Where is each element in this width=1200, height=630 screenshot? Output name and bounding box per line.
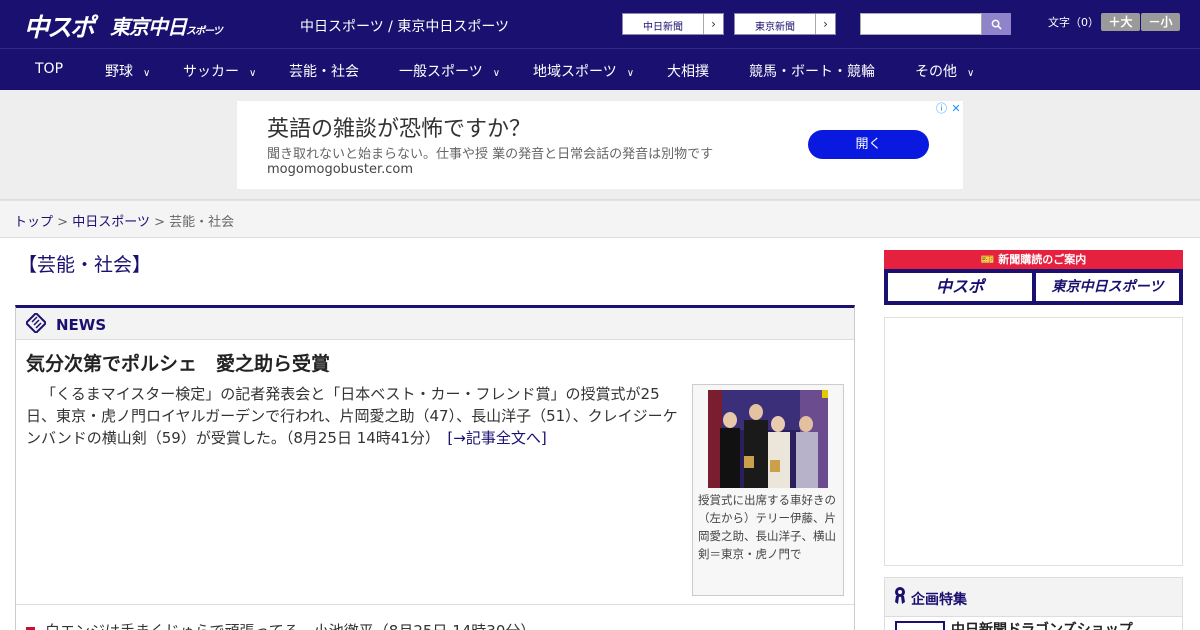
award-photo-image [708,390,828,488]
chevron-down-icon: ∨ [967,68,975,79]
nav-item-local-sports[interactable]: 地域スポーツ ∨ [533,61,634,81]
subscribe-chuspo-button[interactable]: 中スポ [888,273,1032,301]
nav-label: 野球 [105,64,133,80]
tokyo-logo-text: 東京中日 [110,15,187,39]
nav-item-racing[interactable]: 競馬・ボート・競輪 [749,61,875,81]
font-smaller-button[interactable]: －小 [1141,13,1180,31]
nav-item-soccer[interactable]: サッカー ∨ [183,61,256,81]
nav-label: サッカー [183,64,239,80]
breadcrumb-separator: > [154,215,165,230]
breadcrumb-separator: > [57,215,69,230]
search-icon [991,19,1002,30]
ad-domain: mogomogobuster.com [267,162,414,177]
chunichi-shimbun-button[interactable]: 中日新聞 › [622,13,724,35]
sidebar-ad[interactable] [884,317,1183,566]
photo-caption: 授賞式に出席する車好きの（左から）テリー伊藤、片岡愛之助、長山洋子、横山剣＝東京… [698,493,836,561]
font-bigger-button[interactable]: ＋大 [1101,13,1140,31]
nav-label: その他 [915,64,957,80]
chevron-down-icon: ∨ [492,68,501,79]
nav-item-other[interactable]: その他 ∨ [915,61,974,81]
close-icon[interactable]: ✕ [949,101,963,116]
feature-item-dragons-shop[interactable]: 中日新聞ドラゴンズショップ [884,617,1183,630]
news-header: NEWS [16,308,854,340]
ad-info-icon[interactable]: ⓘ [934,101,949,116]
nav-item-baseball[interactable]: 野球 ∨ [105,61,150,81]
article-photo-box: 授賞式に出席する車好きの（左から）テリー伊藤、片岡愛之助、長山洋子、横山剣＝東京… [692,384,844,596]
ad-description: 聞き取れないと始まらない。仕事や授 業の発音と日常会話の発音は別物です [267,147,714,162]
ticket-icon: 🎫 [980,253,995,266]
ad-banner-area: 英語の雑談が恐怖ですか？ 聞き取れないと始まらない。仕事や授 業の発音と日常会話… [0,90,1200,200]
main-nav: TOP 野球 ∨ サッカー ∨ 芸能・社会 一般スポーツ ∨ 地域スポーツ ∨ 大相撲 … [0,48,1200,90]
nav-item-general-sports[interactable]: 一般スポーツ ∨ [399,61,500,81]
divider [16,604,854,605]
tokyo-shimbun-label: 東京新聞 [755,22,795,33]
news-list-item-text: 白エンジは手まくじゅらで頑張ってる 小池徹平（8月25日 14時30分） [45,622,535,630]
article-body-text: 「くるまマイスター検定」の記者発表会と「日本ベスト・カー・フレンド賞」の授賞式が… [26,385,678,447]
chevron-down-icon: ∨ [143,68,151,79]
ad-title[interactable]: 英語の雑談が恐怖ですか？ [267,111,531,143]
tokyo-logo-small: スポーツ [186,26,223,37]
subscription-heading: 🎫 新聞購読のご案内 [884,250,1183,269]
chevron-down-icon: ∨ [249,68,257,79]
nav-label: 競馬・ボート・競輪 [749,64,875,80]
chunichi-shimbun-label: 中日新聞 [643,22,683,33]
font-size-label: 文字（0） [1048,16,1099,29]
top-header: 中スポ 東京中日スポーツ 中日スポーツ / 東京中日スポーツ 中日新聞 › 東京… [0,0,1200,48]
article-photo[interactable] [708,390,828,488]
feature-thumbnail [895,621,945,630]
nav-label: 地域スポーツ [533,64,617,80]
search-button[interactable] [982,13,1011,35]
ad-banner[interactable]: 英語の雑談が恐怖ですか？ 聞き取れないと始まらない。仕事や授 業の発音と日常会話… [237,101,963,189]
feature-header: 企画特集 [884,577,1183,617]
page-title: 【芸能・社会】 [18,254,152,276]
article-summary: 「くるまマイスター検定」の記者発表会と「日本ベスト・カー・フレンド賞」の授賞式が… [26,383,686,449]
nav-item-sumo[interactable]: 大相撲 [667,61,709,81]
breadcrumb-bar: トップ > 中日スポーツ > 芸能・社会 [0,200,1200,238]
feature-header-label: 企画特集 [911,592,967,608]
chevron-down-icon: ∨ [626,68,635,79]
news-icon [26,313,46,333]
feature-item-label: 中日新聞ドラゴンズショップ [951,622,1133,630]
breadcrumb: トップ > 中日スポーツ > 芸能・社会 [14,211,234,230]
subscribe-tokyo-chunichi-button[interactable]: 東京中日スポーツ [1036,273,1179,301]
nav-label: 大相撲 [667,64,709,80]
breadcrumb-chunichi-sports[interactable]: 中日スポーツ [72,215,150,230]
news-panel: NEWS 気分次第でポルシェ 愛之助ら受賞 「くるまマイスター検定」の記者発表会… [15,305,855,630]
chuspo-logo[interactable]: 中スポ [24,8,95,44]
ribbon-icon [895,587,905,604]
search-input[interactable] [860,13,982,35]
tokyo-shimbun-button[interactable]: 東京新聞 › [734,13,836,35]
subscription-heading-text: 新聞購読のご案内 [998,253,1087,266]
nav-label: 一般スポーツ [399,64,483,80]
nav-item-entertainment[interactable]: 芸能・社会 [289,61,359,81]
nav-label: TOP [35,61,64,77]
news-header-label: NEWS [56,316,107,334]
news-list-item[interactable]: 白エンジは手まくじゅらで頑張ってる 小池徹平（8月25日 14時30分） [26,620,535,630]
breadcrumb-home[interactable]: トップ [14,215,53,230]
chevron-right-icon: › [703,14,723,34]
article-title[interactable]: 気分次第でポルシェ 愛之助ら受賞 [26,349,330,376]
subscription-banner: 🎫 新聞購読のご案内 中スポ 東京中日スポーツ [884,250,1183,305]
site-title[interactable]: 中日スポーツ / 東京中日スポーツ [300,16,509,36]
chevron-right-icon: › [815,14,835,34]
ad-open-button[interactable]: 開く [808,130,929,159]
tokyo-chunichi-logo[interactable]: 東京中日スポーツ [110,11,223,40]
read-more-link[interactable]: [→記事全文へ] [447,429,546,447]
nav-item-top[interactable]: TOP [35,61,63,77]
breadcrumb-current: 芸能・社会 [169,215,235,230]
nav-label: 芸能・社会 [289,64,359,80]
